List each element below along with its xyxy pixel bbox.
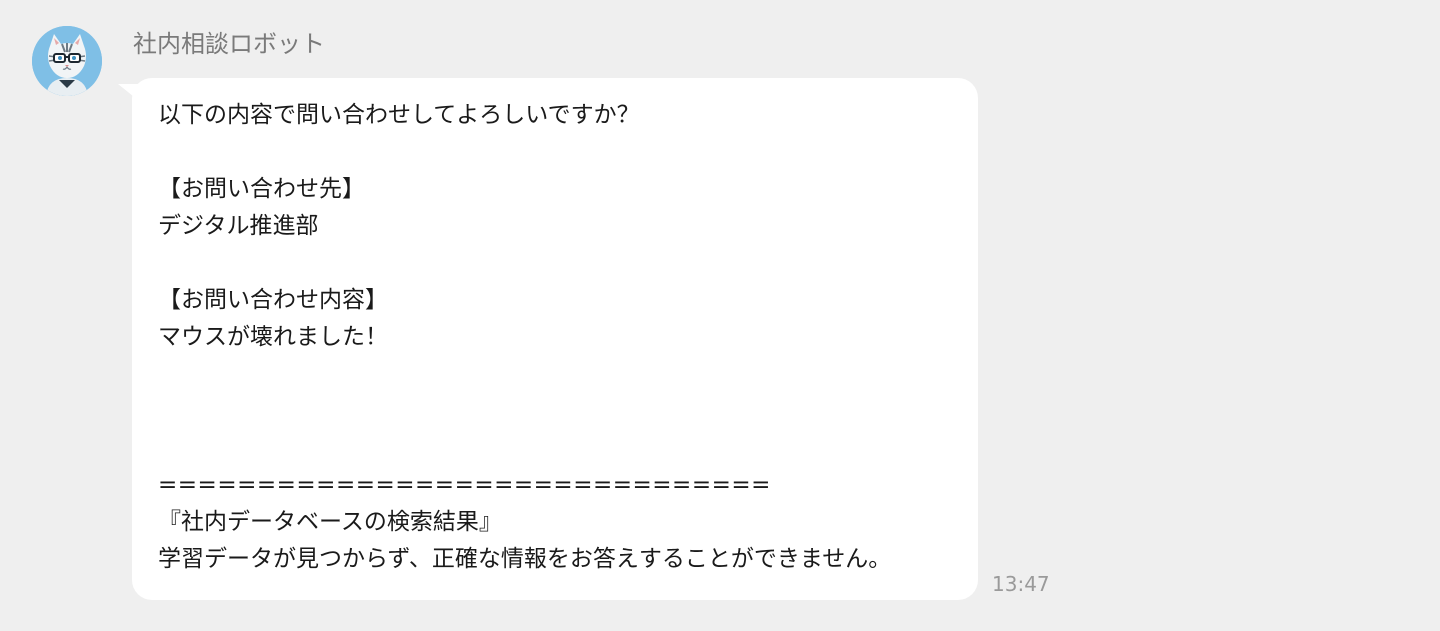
message-line [158, 245, 958, 282]
message-timestamp: 13:47 [992, 572, 1050, 596]
message-line: 【お問い合わせ先】 [158, 176, 365, 202]
message-line [158, 430, 958, 467]
sender-avatar[interactable] [32, 26, 102, 96]
message-line [158, 134, 958, 171]
message-line: 『社内データベースの検索結果』 [158, 509, 502, 535]
message-line: 以下の内容で問い合わせしてよろしいですか？ [158, 102, 640, 128]
message-line: マウスが壊れました！ [158, 324, 388, 350]
sender-name: 社内相談ロボット [133, 30, 325, 58]
message-bubble[interactable]: 以下の内容で問い合わせしてよろしいですか？ 【お問い合わせ先】 デジタル推進部 … [132, 78, 978, 600]
message-line: デジタル推進部 [158, 213, 319, 239]
message-line: 【お問い合わせ内容】 [158, 287, 388, 313]
robot-cat-avatar-icon [32, 26, 102, 96]
message-line: 学習データが見つからず、正確な情報をお答えすることができません。 [158, 546, 892, 572]
message-line [158, 356, 958, 393]
message-divider-line: =============================== [158, 472, 771, 498]
message-line [158, 393, 958, 430]
